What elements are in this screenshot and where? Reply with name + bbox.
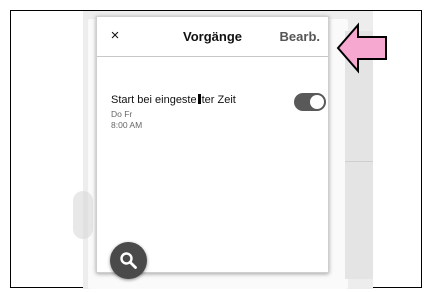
routine-toggle[interactable]: [294, 93, 326, 111]
search-button[interactable]: [110, 242, 147, 279]
background-divider: [345, 161, 373, 162]
search-icon: [120, 252, 137, 269]
routine-title-part-1: Start bei eingeste: [111, 94, 197, 106]
dialog-header: × Vorgänge Bearb.: [97, 17, 328, 57]
routine-title-part-2: ter Zeit: [201, 94, 236, 106]
text-cursor: [197, 94, 201, 104]
edit-button[interactable]: Bearb.: [280, 29, 320, 44]
routine-title: Start bei eingeste ter Zeit: [111, 94, 236, 106]
routine-time: 8:00 AM: [111, 120, 143, 130]
arrow-left-icon: [336, 22, 387, 74]
background-edge-handle: [73, 191, 93, 239]
toggle-knob: [310, 95, 324, 109]
routines-dialog: × Vorgänge Bearb. Start bei eingeste ter …: [96, 16, 329, 273]
routine-days: Do Fr: [111, 109, 133, 119]
routine-row[interactable]: Start bei eingeste ter Zeit Do Fr 8:00 AM: [111, 93, 326, 143]
